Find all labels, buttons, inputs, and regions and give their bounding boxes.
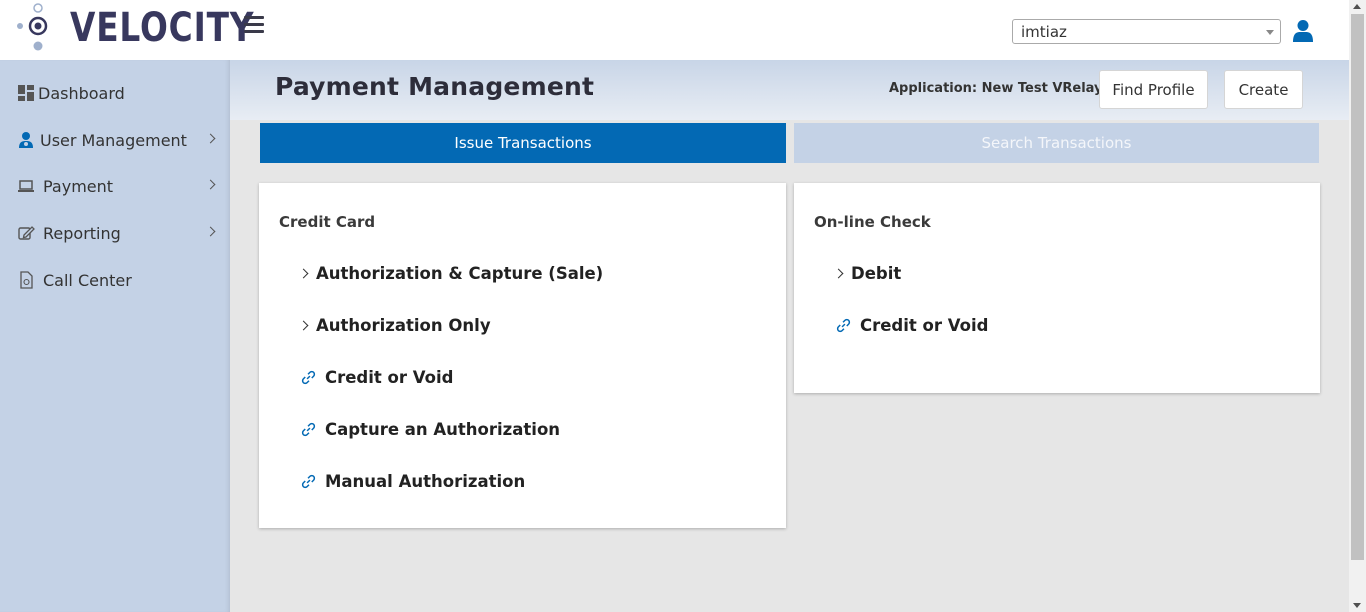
sidebar-item-label: Call Center (43, 270, 132, 290)
item-label: Authorization & Capture (Sale) (316, 264, 604, 283)
link-icon (301, 370, 316, 385)
sidebar-item-label: User Management (40, 130, 187, 150)
menu-toggle-icon[interactable] (244, 16, 264, 34)
page-scrollbar[interactable] (1349, 0, 1366, 612)
chevron-right-icon (298, 320, 309, 331)
page-title: Payment Management (275, 72, 595, 101)
item-label: Manual Authorization (325, 472, 526, 491)
create-button[interactable]: Create (1224, 70, 1303, 109)
online-check-panel: On-line Check Debit Credit or Void (794, 183, 1320, 393)
credit-card-panel: Credit Card Authorization & Capture (Sal… (259, 183, 786, 528)
content-header: Payment Management Application: New Test… (230, 60, 1349, 120)
authorization-only-link[interactable]: Authorization Only (298, 316, 491, 335)
sidebar-item-label: Reporting (43, 223, 121, 243)
sidebar-item-label: Dashboard (38, 83, 125, 103)
check-credit-or-void-link[interactable]: Credit or Void (836, 316, 988, 335)
sidebar-item-label: Payment (43, 176, 114, 196)
velocity-logo[interactable]: VELOCITY (14, 2, 254, 54)
item-label: Authorization Only (316, 316, 491, 335)
sidebar-item-payment[interactable]: Payment (0, 166, 230, 206)
item-label: Capture an Authorization (325, 420, 561, 439)
laptop-icon (18, 180, 34, 192)
link-icon (301, 474, 316, 489)
tab-issue-transactions[interactable]: Issue Transactions (260, 123, 786, 163)
manual-authorization-link[interactable]: Manual Authorization (301, 472, 525, 491)
sidebar-item-reporting[interactable]: Reporting (0, 213, 230, 253)
authorization-capture-link[interactable]: Authorization & Capture (Sale) (298, 264, 604, 283)
sidebar: Dashboard User Management Payment Report… (0, 60, 230, 612)
item-label: Credit or Void (325, 368, 454, 387)
chevron-right-icon (205, 133, 216, 144)
online-check-title: On-line Check (814, 213, 931, 231)
link-icon (836, 318, 851, 333)
logo-mark-icon (17, 3, 48, 51)
dropdown-caret-icon (1266, 30, 1274, 35)
chevron-right-icon (298, 268, 309, 279)
credit-card-title: Credit Card (279, 213, 376, 231)
chevron-right-icon (833, 268, 844, 279)
application-label: Application: New Test VRelay (889, 81, 1103, 96)
edit-icon (18, 226, 35, 240)
users-icon (19, 132, 33, 148)
item-label: Credit or Void (860, 316, 989, 335)
document-icon (20, 271, 33, 289)
logo-text: VELOCITY (70, 5, 255, 51)
scroll-up-arrow-icon[interactable] (1353, 4, 1361, 9)
capture-authorization-link[interactable]: Capture an Authorization (301, 420, 560, 439)
sidebar-item-call-center[interactable]: Call Center (0, 260, 230, 300)
user-profile-icon[interactable] (1292, 19, 1314, 43)
dashboard-icon (18, 85, 34, 101)
item-label: Debit (851, 264, 902, 283)
sidebar-item-user-management[interactable]: User Management (0, 120, 230, 160)
scroll-down-arrow-icon[interactable] (1353, 603, 1361, 608)
user-select-value: imtiaz (1021, 23, 1067, 41)
credit-or-void-link[interactable]: Credit or Void (301, 368, 453, 387)
chevron-right-icon (205, 179, 216, 190)
tab-search-transactions[interactable]: Search Transactions (794, 123, 1319, 163)
top-bar: VELOCITY imtiaz (0, 0, 1349, 60)
user-select[interactable]: imtiaz (1012, 19, 1281, 44)
link-icon (301, 422, 316, 437)
debit-link[interactable]: Debit (833, 264, 902, 283)
chevron-right-icon (205, 226, 216, 237)
scroll-thumb[interactable] (1351, 14, 1364, 560)
sidebar-item-dashboard[interactable]: Dashboard (0, 73, 230, 113)
find-profile-button[interactable]: Find Profile (1099, 70, 1208, 109)
